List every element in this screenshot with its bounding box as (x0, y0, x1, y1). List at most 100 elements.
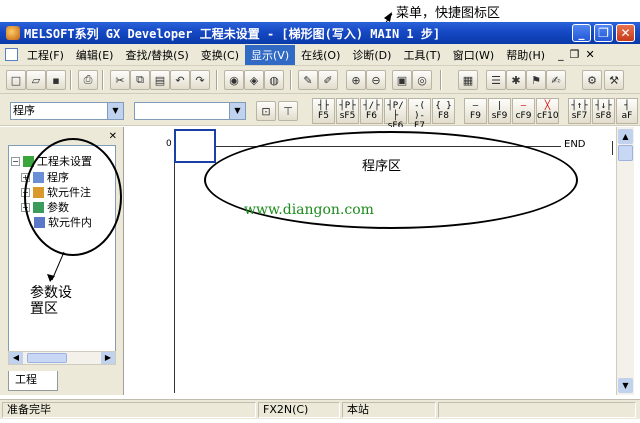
find-device-icon[interactable]: ◉ (224, 70, 244, 90)
fkey-sf7-rising-edge[interactable]: ┤↑├ sF7 (568, 98, 591, 124)
fkey-label: sF9 (491, 111, 508, 121)
scroll-up-icon[interactable]: ▲ (618, 129, 633, 144)
fkey-symbol: -( )- (414, 101, 425, 121)
menu-convert[interactable]: 变换(C) (195, 45, 245, 65)
save-icon[interactable]: ▪ (46, 70, 66, 90)
fkey-symbol: ┤↑├ (571, 101, 588, 111)
tree-toggle-icon[interactable]: ⊤ (278, 101, 298, 121)
edit-cursor[interactable] (174, 129, 216, 163)
menu-online[interactable]: 在线(O) (295, 45, 346, 65)
fkey-f9-horizontal-line[interactable]: — F9 (464, 98, 487, 124)
monitor-stop-icon[interactable]: ◎ (412, 70, 432, 90)
scroll-down-icon[interactable]: ▼ (618, 378, 633, 393)
print-icon[interactable]: ⎙ (78, 70, 98, 90)
fkey-label: sF7 (571, 111, 588, 121)
close-button[interactable]: ✕ (616, 24, 635, 42)
list-view-icon[interactable]: ☰ (486, 70, 506, 90)
fkey-symbol: ┤/├ (363, 101, 380, 111)
status-extra (438, 402, 636, 418)
fkey-symbol: — (472, 101, 479, 111)
comment-icon[interactable]: ✱ (506, 70, 526, 90)
left-power-rail (174, 129, 175, 393)
open-file-icon[interactable]: ▱ (26, 70, 46, 90)
fkey-f7-coil[interactable]: -( )- F7 (408, 98, 431, 131)
annotation-menu-toolbar: 菜单，快捷图标区 (396, 6, 501, 21)
fkey-sf8-falling-edge[interactable]: ┤↓├ sF8 (592, 98, 615, 124)
fkey-af-more[interactable]: ┤ aF (616, 98, 638, 124)
find-instruction-icon[interactable]: ◈ (244, 70, 264, 90)
find-step-icon[interactable]: ◍ (264, 70, 284, 90)
menu-find-replace[interactable]: 查找/替换(S) (119, 45, 194, 65)
zoom-out-icon[interactable]: ⊖ (366, 70, 386, 90)
fkey-cf9-delete-horizontal[interactable]: — cF9 (512, 98, 535, 124)
toolbar-separator (440, 70, 442, 90)
menu-bar: 工程(F) 编辑(E) 查找/替换(S) 变换(C) 显示(V) 在线(O) 诊… (0, 44, 640, 66)
scroll-right-icon[interactable]: ▶ (101, 352, 115, 364)
copy-icon[interactable]: ⧉ (130, 70, 150, 90)
menu-window[interactable]: 窗口(W) (447, 45, 500, 65)
redo-icon[interactable]: ↷ (190, 70, 210, 90)
plc-diagnostic-icon[interactable]: ⚒ (604, 70, 624, 90)
minimize-button[interactable]: _ (572, 24, 591, 42)
zoom-in-icon[interactable]: ⊕ (346, 70, 366, 90)
fkey-symbol: { } (435, 101, 452, 111)
program-list-icon[interactable]: ⊡ (256, 101, 276, 121)
mdi-minimize-button[interactable]: _ (555, 46, 567, 63)
menu-tools[interactable]: 工具(T) (397, 45, 446, 65)
scroll-left-icon[interactable]: ◀ (9, 352, 23, 364)
fkey-symbol: ┤P/├ (387, 101, 404, 121)
horizontal-scrollbar[interactable]: ◀ ▶ (8, 351, 116, 365)
collapse-icon[interactable]: − (11, 156, 20, 166)
fkey-label: sF8 (595, 111, 612, 121)
menu-diagnostics[interactable]: 诊断(D) (346, 45, 397, 65)
menu-project[interactable]: 工程(F) (21, 45, 70, 65)
mdi-restore-button[interactable]: ❐ (567, 46, 583, 63)
monitor-icon[interactable]: ▣ (392, 70, 412, 90)
restore-button[interactable]: ❐ (594, 24, 613, 42)
scroll-thumb[interactable] (618, 145, 633, 161)
fkey-sf5-parallel-open[interactable]: ┤P├ sF5 (336, 98, 359, 124)
scroll-thumb[interactable] (27, 353, 67, 363)
mdi-close-button[interactable]: ✕ (582, 46, 597, 63)
fkey-symbol: ┤↓├ (595, 101, 612, 111)
device-comment-icon[interactable]: ⚑ (526, 70, 546, 90)
new-file-icon[interactable]: □ (6, 70, 26, 90)
parameter-icon[interactable]: ⚙ (582, 70, 602, 90)
write-to-plc-icon[interactable]: ✎ (298, 70, 318, 90)
toolbar-separator (70, 70, 72, 90)
vertical-scrollbar[interactable]: ▲ ▼ (616, 127, 634, 395)
program-select[interactable]: 程序 ▼ (10, 102, 124, 120)
end-instruction: END (564, 139, 586, 150)
annotation-watermark: www.diangon.com (244, 202, 374, 218)
close-icon[interactable]: ✕ (109, 131, 117, 142)
ladder-view-icon[interactable]: ▦ (458, 70, 478, 90)
toolbar-separator (290, 70, 292, 90)
fkey-label: aF (621, 111, 633, 121)
fkey-sf6-parallel-closed[interactable]: ┤P/├ sF6 (384, 98, 407, 131)
fkey-f5-open-contact[interactable]: ┤├ F5 (312, 98, 335, 124)
read-from-plc-icon[interactable]: ✐ (318, 70, 338, 90)
menu-help[interactable]: 帮助(H) (500, 45, 551, 65)
fkey-cf10-delete-vertical[interactable]: ╳ cF10 (536, 98, 559, 124)
window-title: MELSOFT系列 GX Developer 工程未设置 - [梯形图(写入) … (24, 26, 441, 41)
fkey-f6-closed-contact[interactable]: ┤/├ F6 (360, 98, 383, 124)
fkey-f8-instruction[interactable]: { } F8 (432, 98, 455, 124)
plc-type: FX2N(C) (258, 402, 340, 418)
undo-icon[interactable]: ↶ (170, 70, 190, 90)
tab-project[interactable]: 工程 (8, 371, 58, 391)
fkey-symbol: | (496, 101, 503, 111)
menu-edit[interactable]: 编辑(E) (70, 45, 120, 65)
device-select[interactable]: ▼ (134, 102, 246, 120)
fkey-label: F5 (318, 111, 329, 121)
annotation-program-area: 程序区 (362, 159, 402, 174)
paste-icon[interactable]: ▤ (150, 70, 170, 90)
fkey-symbol: ┤P├ (339, 101, 356, 111)
menu-view[interactable]: 显示(V) (245, 44, 296, 65)
fkey-sf9-vertical-line[interactable]: | sF9 (488, 98, 511, 124)
statement-icon[interactable]: ✍ (546, 70, 566, 90)
fkey-label: cF9 (515, 111, 532, 121)
cut-icon[interactable]: ✂ (110, 70, 130, 90)
document-icon (5, 48, 18, 61)
standard-toolbar: □ ▱ ▪ ⎙ ✂ ⧉ ▤ ↶ ↷ ◉ ◈ ◍ ✎ ✐ ⊕ ⊖ ▣ ◎ ▦ ☰ … (0, 66, 640, 94)
toolbar-separator (102, 70, 104, 90)
